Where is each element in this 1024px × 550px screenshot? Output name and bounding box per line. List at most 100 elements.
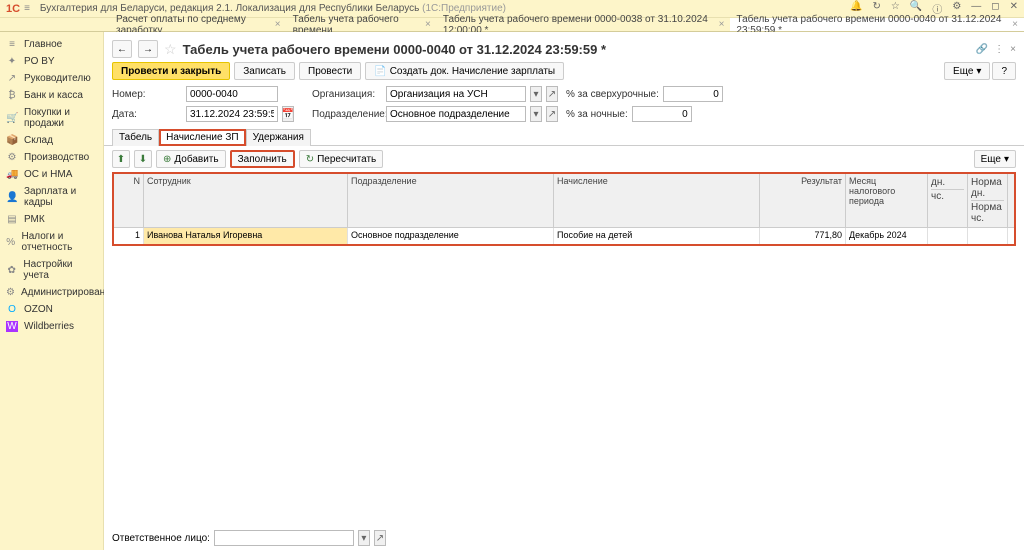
col-employee[interactable]: Сотрудник <box>144 174 348 227</box>
back-button[interactable]: ← <box>112 40 132 58</box>
home-icon: ≡ <box>6 39 18 50</box>
link-icon[interactable]: 🔗 <box>976 44 988 55</box>
money-icon: ₿ <box>6 90 18 101</box>
dep-dropdown-icon[interactable]: ▾ <box>530 106 542 122</box>
save-button[interactable]: Записать <box>234 62 295 80</box>
night-label: % за ночные: <box>566 109 628 120</box>
dep-label: Подразделение: <box>312 109 382 120</box>
refresh-icon: ↻ <box>306 154 314 165</box>
kebab-icon[interactable]: ⋮ <box>994 44 1004 55</box>
sidebar-item-main[interactable]: ≡Главное <box>0 36 103 53</box>
table-row[interactable]: 1 Иванова Наталья Игоревна Основное подр… <box>114 228 1014 244</box>
data-grid: N Сотрудник Подразделение Начисление Рез… <box>112 172 1016 246</box>
date-picker-icon[interactable]: 📅 <box>282 106 294 122</box>
sidebar-item-bank[interactable]: ₿Банк и касса <box>0 87 103 104</box>
dep-open-icon[interactable]: ↗ <box>546 106 558 122</box>
truck-icon: 🚚 <box>6 169 18 180</box>
person-icon: 👤 <box>6 192 18 203</box>
sidebar-item-salary[interactable]: 👤Зарплата и кадры <box>0 183 103 211</box>
sidebar-item-admin[interactable]: ⚙Администрирование <box>0 284 103 301</box>
create-salary-doc-button[interactable]: 📄Создать док. Начисление зарплаты <box>365 62 564 80</box>
tab-item[interactable]: Расчет оплаты по среднему заработку× <box>110 18 287 31</box>
sidebar-item-poby[interactable]: ✦PO BY <box>0 53 103 70</box>
fill-button[interactable]: Заполнить <box>230 150 295 168</box>
tab-close-icon[interactable]: × <box>425 19 431 30</box>
col-result[interactable]: Результат <box>760 174 846 227</box>
org-open-icon[interactable]: ↗ <box>546 86 558 102</box>
resp-open-icon[interactable]: ↗ <box>374 530 386 546</box>
menu-icon[interactable]: ≡ <box>24 3 30 14</box>
favorite-icon[interactable]: ☆ <box>164 41 177 58</box>
more-button[interactable]: Еще ▾ <box>944 62 990 80</box>
gear-icon: ⚙ <box>6 287 15 298</box>
grid-more-button[interactable]: Еще ▾ <box>974 150 1016 168</box>
box-icon: 📦 <box>6 135 18 146</box>
responsible-field[interactable] <box>214 530 354 546</box>
tab-close-icon[interactable]: × <box>1012 19 1018 30</box>
date-field[interactable] <box>186 106 278 122</box>
overtime-label: % за сверхурочные: <box>566 89 659 100</box>
plus-icon: ⊕ <box>163 154 171 165</box>
plus-icon: 📄 <box>374 66 386 77</box>
tab-item[interactable]: Табель учета рабочего времени 0000-0040 … <box>730 18 1024 31</box>
post-close-button[interactable]: Провести и закрыть <box>112 62 230 80</box>
overtime-field[interactable] <box>663 86 723 102</box>
tab-close-icon[interactable]: × <box>719 19 725 30</box>
page-title: Табель учета рабочего времени 0000-0040 … <box>183 42 606 57</box>
sidebar-item-assets[interactable]: 🚚ОС и НМА <box>0 166 103 183</box>
sidebar-item-ozon[interactable]: OOZON <box>0 301 103 318</box>
sidebar-item-manager[interactable]: ↗Руководителю <box>0 70 103 87</box>
col-days-hours[interactable]: дн.чс. <box>928 174 968 227</box>
document-tabs: Расчет оплаты по среднему заработку× Таб… <box>0 18 1024 32</box>
app-title: Бухгалтерия для Беларуси, редакция 2.1. … <box>40 3 850 14</box>
chart-icon: ↗ <box>6 73 18 84</box>
col-accrual[interactable]: Начисление <box>554 174 760 227</box>
subtab-table[interactable]: Табель <box>112 129 159 146</box>
recalc-button[interactable]: ↻Пересчитать <box>299 150 384 168</box>
sidebar-item-taxes[interactable]: %Налоги и отчетность <box>0 228 103 256</box>
close-icon[interactable]: ✕ <box>1010 1 1018 16</box>
star-icon: ✦ <box>6 56 18 67</box>
gear-icon: ⚙ <box>6 152 18 163</box>
move-down-button[interactable]: ⬇ <box>134 150 152 168</box>
col-norm[interactable]: Норма дн.Норма чс. <box>968 174 1008 227</box>
forward-button[interactable]: → <box>138 40 158 58</box>
subtab-deduct[interactable]: Удержания <box>246 129 311 146</box>
tab-close-icon[interactable]: × <box>275 19 281 30</box>
org-dropdown-icon[interactable]: ▾ <box>530 86 542 102</box>
close-doc-icon[interactable]: × <box>1010 44 1016 55</box>
ozon-icon: O <box>6 304 18 315</box>
percent-icon: % <box>6 237 15 248</box>
move-up-button[interactable]: ⬆ <box>112 150 130 168</box>
responsible-label: Ответственное лицо: <box>112 533 210 544</box>
col-period[interactable]: Месяц налогового периода <box>846 174 928 227</box>
night-field[interactable] <box>632 106 692 122</box>
col-department[interactable]: Подразделение <box>348 174 554 227</box>
tab-item[interactable]: Табель учета рабочего времени 0000-0038 … <box>437 18 731 31</box>
subtab-salary[interactable]: Начисление ЗП <box>159 129 245 146</box>
sidebar: ≡Главное ✦PO BY ↗Руководителю ₿Банк и ка… <box>0 32 104 550</box>
sidebar-item-wb[interactable]: WWildberries <box>0 318 103 335</box>
sidebar-item-rmk[interactable]: ▤РМК <box>0 211 103 228</box>
tab-item[interactable]: Табель учета рабочего времени× <box>287 18 437 31</box>
org-field[interactable] <box>386 86 526 102</box>
date-label: Дата: <box>112 109 182 120</box>
sidebar-item-sales[interactable]: 🛒Покупки и продажи <box>0 104 103 132</box>
post-button[interactable]: Провести <box>299 62 361 80</box>
app-logo: 1C <box>6 3 20 15</box>
flower-icon: ✿ <box>6 265 17 276</box>
sidebar-item-settings[interactable]: ✿Настройки учета <box>0 256 103 284</box>
col-number[interactable]: N <box>114 174 144 227</box>
help-button[interactable]: ? <box>992 62 1016 80</box>
sidebar-item-prod[interactable]: ⚙Производство <box>0 149 103 166</box>
org-label: Организация: <box>312 89 382 100</box>
grid-icon: ▤ <box>6 214 18 225</box>
number-label: Номер: <box>112 89 182 100</box>
wb-icon: W <box>6 321 18 332</box>
cart-icon: 🛒 <box>6 113 18 124</box>
add-row-button[interactable]: ⊕Добавить <box>156 150 226 168</box>
dep-field[interactable] <box>386 106 526 122</box>
number-field[interactable] <box>186 86 278 102</box>
sidebar-item-stock[interactable]: 📦Склад <box>0 132 103 149</box>
resp-dropdown-icon[interactable]: ▾ <box>358 530 370 546</box>
